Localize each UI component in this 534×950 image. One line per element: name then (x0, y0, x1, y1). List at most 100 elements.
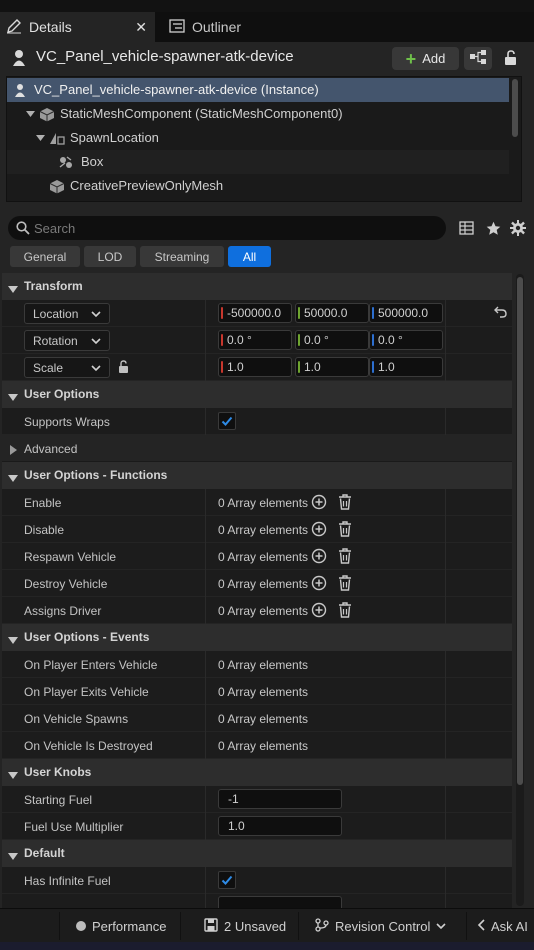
table-view-icon[interactable] (456, 218, 476, 238)
rotation-row: Rotation 0.0 ° 0.0 ° 0.0 ° (2, 327, 512, 354)
search-input[interactable] (34, 218, 434, 238)
trash-icon[interactable] (338, 521, 352, 540)
scale-x-field[interactable]: 1.0 (218, 357, 292, 377)
filter-general[interactable]: General (10, 246, 80, 267)
column-divider (205, 489, 206, 516)
supports-wraps-checkbox[interactable] (218, 412, 236, 430)
add-element-icon[interactable] (311, 602, 327, 621)
tree-item-instance[interactable]: VC_Panel_vehicle-spawner-atk-device (Ins… (7, 78, 509, 102)
collapse-arrow-icon[interactable] (8, 471, 18, 485)
trash-icon[interactable] (338, 602, 352, 621)
unsaved-button[interactable]: 2 Unsaved (204, 912, 286, 940)
collapse-arrow-icon[interactable] (8, 768, 18, 782)
unlock-icon[interactable] (118, 360, 130, 377)
tab-outliner[interactable]: Outliner (163, 12, 303, 42)
tree-item-box[interactable]: Box (7, 150, 509, 174)
scrollbar-thumb[interactable] (517, 277, 523, 785)
trash-icon[interactable] (338, 548, 352, 567)
partial-input[interactable] (218, 896, 342, 908)
revision-control-button[interactable]: Revision Control (315, 912, 446, 940)
filter-all[interactable]: All (228, 246, 271, 267)
expand-arrow-icon[interactable] (36, 134, 45, 144)
star-icon[interactable] (483, 218, 503, 238)
scene-component-icon (49, 131, 65, 149)
rotation-mode-dropdown[interactable]: Rotation (24, 330, 110, 351)
add-element-icon[interactable] (311, 575, 327, 594)
tree-item-spawnlocation[interactable]: SpawnLocation (7, 126, 509, 150)
column-divider (445, 489, 446, 516)
advanced-section[interactable]: Advanced (2, 435, 512, 462)
trash-icon[interactable] (338, 494, 352, 513)
location-z-field[interactable]: 500000.0 (369, 303, 443, 323)
expand-arrow-icon[interactable] (10, 444, 17, 458)
search-icon (16, 221, 30, 238)
ask-ai-button[interactable]: Ask AI (477, 912, 528, 940)
tree-scrollbar[interactable] (512, 79, 518, 137)
list-icon (169, 18, 185, 37)
collapse-arrow-icon[interactable] (8, 849, 18, 863)
filter-streaming[interactable]: Streaming (140, 246, 224, 267)
category-user-knobs[interactable]: User Knobs (2, 759, 512, 786)
location-mode-dropdown[interactable]: Location (24, 303, 110, 324)
blueprint-button[interactable] (464, 47, 492, 70)
tree-item-staticmesh[interactable]: StaticMeshComponent (StaticMeshComponent… (7, 102, 509, 126)
pencil-icon (6, 18, 22, 37)
collapse-arrow-icon[interactable] (8, 390, 18, 404)
filter-lod[interactable]: LOD (84, 246, 136, 267)
tree-item-previewmesh[interactable]: CreativePreviewOnlyMesh (7, 174, 509, 198)
category-transform[interactable]: Transform (2, 273, 512, 300)
tab-details[interactable]: Details ✕ (0, 12, 155, 42)
status-divider (180, 912, 181, 940)
category-functions[interactable]: User Options - Functions (2, 462, 512, 489)
reset-icon[interactable] (494, 306, 507, 321)
field-value: 50000.0 (304, 306, 348, 320)
starting-fuel-row: Starting Fuel -1 (2, 786, 512, 813)
array-controls (311, 548, 357, 566)
chevron-down-icon (91, 362, 101, 376)
column-divider (205, 597, 206, 624)
category-events[interactable]: User Options - Events (2, 624, 512, 651)
add-element-icon[interactable] (311, 494, 327, 513)
search-box[interactable] (8, 216, 446, 240)
scale-mode-dropdown[interactable]: Scale (24, 357, 110, 378)
lock-button[interactable] (500, 48, 522, 70)
actor-header: VC_Panel_vehicle-spawner-atk-device + Ad… (0, 42, 534, 74)
close-icon[interactable]: ✕ (135, 19, 147, 36)
advanced-label: Advanced (24, 442, 78, 456)
tree-item-label: SpawnLocation (70, 130, 159, 145)
scale-z-field[interactable]: 1.0 (369, 357, 443, 377)
rotation-y-field[interactable]: 0.0 ° (295, 330, 369, 350)
rotation-z-field[interactable]: 0.0 ° (369, 330, 443, 350)
add-element-icon[interactable] (311, 548, 327, 567)
y-axis-marker (298, 334, 300, 346)
category-user-options[interactable]: User Options (2, 381, 512, 408)
fuel-multiplier-input[interactable]: 1.0 (218, 816, 342, 836)
status-bar: Performance 2 Unsaved Revision Control A… (0, 908, 534, 942)
properties-scrollbar[interactable] (516, 274, 524, 906)
ask-ai-label: Ask AI (491, 918, 528, 934)
property-label: On Vehicle Is Destroyed (24, 739, 153, 753)
field-value: 500000.0 (378, 306, 429, 320)
add-component-button[interactable]: + Add (392, 47, 459, 70)
column-divider (205, 300, 206, 327)
infinite-fuel-checkbox[interactable] (218, 871, 236, 889)
performance-button[interactable]: Performance (76, 912, 166, 940)
add-element-icon[interactable] (311, 521, 327, 540)
property-label: On Player Enters Vehicle (24, 658, 158, 672)
collapse-arrow-icon[interactable] (8, 282, 18, 296)
location-x-field[interactable]: -500000.0 (218, 303, 292, 323)
column-divider (205, 516, 206, 543)
rotation-x-field[interactable]: 0.0 ° (218, 330, 292, 350)
performance-dot-icon (76, 919, 86, 934)
field-value: 0.0 ° (378, 333, 403, 347)
column-divider (205, 408, 206, 435)
static-mesh-icon (39, 107, 55, 125)
location-y-field[interactable]: 50000.0 (295, 303, 369, 323)
expand-arrow-icon[interactable] (26, 110, 35, 120)
collapse-arrow-icon[interactable] (8, 633, 18, 647)
trash-icon[interactable] (338, 575, 352, 594)
scale-y-field[interactable]: 1.0 (295, 357, 369, 377)
category-default[interactable]: Default (2, 840, 512, 867)
starting-fuel-input[interactable]: -1 (218, 789, 342, 809)
gear-icon[interactable] (508, 218, 528, 238)
